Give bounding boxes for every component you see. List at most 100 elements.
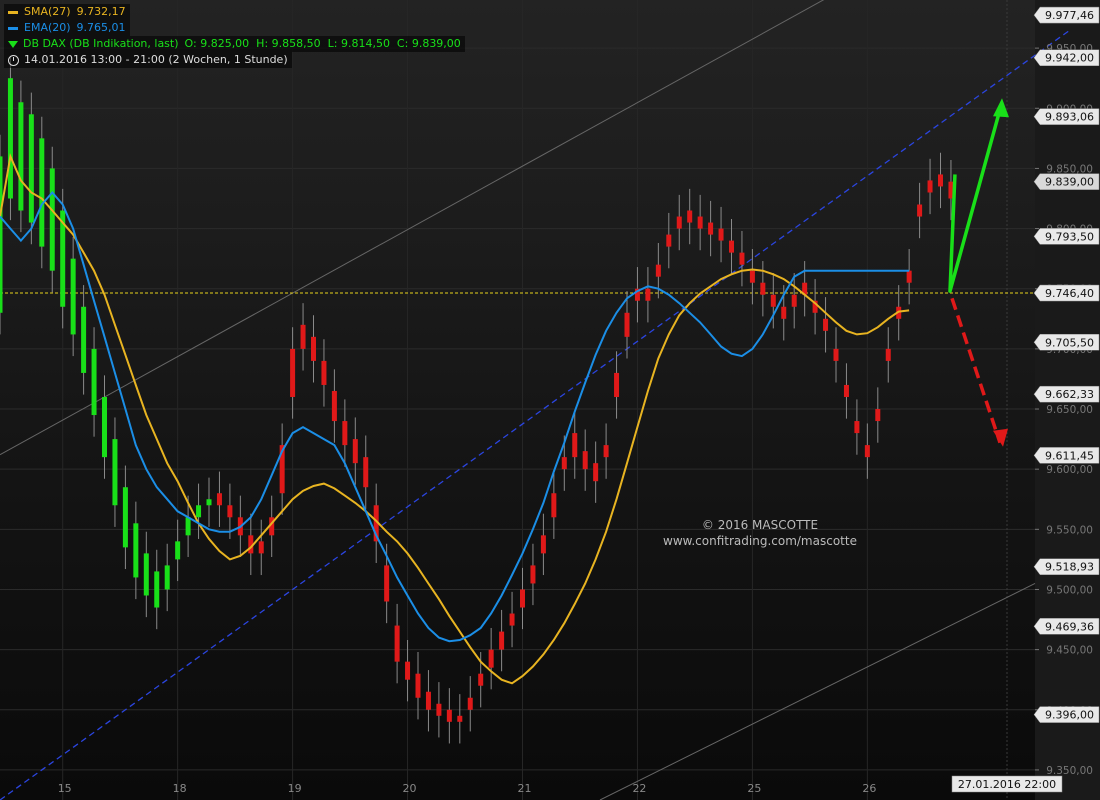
price-label-text: 9.611,45: [1045, 449, 1094, 462]
candle-body: [749, 270, 755, 283]
candle-body: [540, 535, 546, 554]
candle-body: [352, 439, 358, 464]
cursor-date-label: 27.01.2016 22:00: [951, 775, 1063, 793]
candle-body: [415, 673, 421, 698]
candle-body: [321, 360, 327, 385]
candle-body: [478, 673, 484, 686]
candle-body: [175, 541, 181, 560]
candle-body: [645, 288, 651, 301]
candle-body: [28, 114, 34, 223]
candle-body: [331, 390, 337, 422]
price-label-6: 9.705,50: [1033, 334, 1100, 351]
candle-body: [216, 493, 222, 506]
candle-body: [833, 348, 839, 361]
price-label-text: 9.396,00: [1045, 709, 1094, 722]
candle-body: [342, 421, 348, 446]
cursor-date-text: 27.01.2016 22:00: [958, 778, 1056, 791]
price-label-text: 9.746,40: [1045, 287, 1094, 300]
price-label-text: 9.839,00: [1045, 176, 1094, 189]
candle-body: [363, 457, 369, 488]
price-label-text: 9.942,00: [1045, 52, 1094, 65]
candle-1: [7, 56, 13, 221]
y-tick-label-5: 9.600,00: [1046, 464, 1093, 476]
candle-body: [760, 282, 766, 295]
candle-body: [729, 240, 734, 253]
candle-body: [666, 234, 672, 247]
x-label-21: 21: [518, 782, 532, 795]
price-label-text: 9.977,46: [1045, 9, 1094, 22]
candle-body: [70, 258, 76, 335]
period-label: 14.01.2016 13:00 - 21:00 (2 Wochen, 1 St…: [24, 53, 288, 66]
candle-body: [906, 270, 912, 283]
candle-body: [520, 589, 525, 608]
candle-body: [885, 348, 891, 361]
candle-body: [112, 439, 118, 506]
price-label-7: 9.662,33: [1033, 385, 1100, 403]
price-label-1: 9.942,00: [1033, 49, 1100, 66]
candle-body: [561, 457, 567, 470]
watermark-url: www.confitrading.com/mascotte: [663, 534, 857, 548]
candle-body: [624, 312, 630, 337]
x-label-19: 19: [288, 782, 302, 795]
candle-body: [582, 451, 588, 470]
price-label-text: 9.893,06: [1045, 111, 1094, 124]
candle-body: [823, 318, 829, 331]
candle-body: [405, 661, 411, 680]
candle-body: [91, 348, 97, 416]
x-label-26: 26: [862, 782, 876, 795]
price-label-11: 9.396,00: [1033, 706, 1100, 723]
candle-icon: [8, 40, 18, 48]
candle-body: [843, 384, 849, 397]
watermark-copyright: © 2016 MASCOTTE: [701, 518, 819, 532]
candle-body: [687, 210, 693, 223]
price-chart[interactable]: 9.350,009.400,009.450,009.500,009.550,00…: [0, 0, 1100, 800]
candle-body: [614, 372, 620, 397]
candle-body: [49, 168, 55, 271]
candle-body: [457, 715, 463, 722]
candle-body: [530, 565, 536, 584]
candle-body: [102, 396, 107, 458]
price-label-9: 9.518,93: [1033, 558, 1100, 575]
price-label-text: 9.705,50: [1045, 336, 1094, 349]
candle-body: [676, 216, 682, 229]
candle-5: [49, 146, 55, 293]
chart-background: [0, 0, 1100, 800]
price-label-5: 9.746,40: [1033, 284, 1100, 302]
candle-body: [196, 505, 202, 518]
y-tick-label-4: 9.550,00: [1046, 524, 1093, 536]
candle-body: [436, 703, 442, 716]
candle-body: [467, 697, 473, 710]
candle-body: [311, 336, 316, 361]
legend: SMA(27) 9.732,17 EMA(20) 9.765,01 DB DAX…: [4, 4, 465, 68]
x-label-22: 22: [632, 782, 646, 795]
instrument-ohlc: O: 9.825,00 H: 9.858,50 L: 9.814,50 C: 9…: [184, 37, 461, 50]
x-label-20: 20: [403, 782, 417, 795]
candle-body: [593, 463, 599, 482]
price-label-2: 9.893,06: [1033, 108, 1100, 125]
candle-body: [875, 409, 881, 422]
y-tick-label-0: 9.350,00: [1046, 765, 1093, 777]
candle-body: [509, 613, 515, 626]
candle-body: [770, 294, 776, 307]
candle-body: [864, 445, 870, 458]
price-label-text: 9.469,36: [1045, 620, 1094, 633]
candle-body: [81, 306, 87, 373]
candle-body: [39, 138, 45, 247]
instrument-label: DB DAX (DB Indikation, last): [23, 37, 179, 50]
legend-instrument: DB DAX (DB Indikation, last) O: 9.825,00…: [4, 36, 465, 52]
price-label-0: 9.977,46: [1033, 6, 1100, 24]
candle-body: [0, 156, 3, 313]
x-label-25: 25: [747, 782, 761, 795]
candle-body: [122, 487, 128, 548]
candle-body: [258, 541, 264, 554]
candle-body: [384, 565, 390, 602]
ema-value: 9.765,01: [76, 21, 126, 34]
y-tick-label-2: 9.450,00: [1046, 645, 1093, 657]
candle-body: [697, 216, 703, 229]
candle-0: [0, 134, 3, 335]
candle-body: [718, 228, 724, 241]
clock-icon: [8, 54, 19, 66]
y-tick-label-3: 9.500,00: [1046, 584, 1093, 596]
ema-label: EMA(20): [24, 21, 71, 34]
candle-body: [917, 204, 923, 217]
